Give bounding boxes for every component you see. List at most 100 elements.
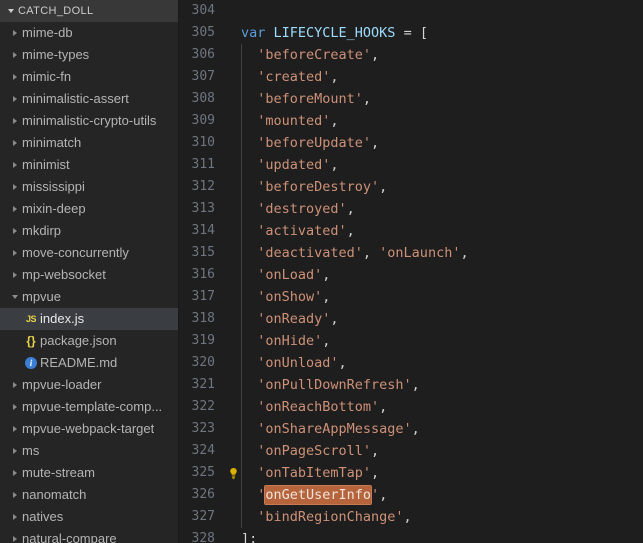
explorer-folder-title: CATCH_DOLL [18,5,93,17]
chevron-right-icon[interactable] [8,74,22,80]
code-line[interactable]: 315'deactivated', 'onLaunch', [179,242,643,264]
code-line[interactable]: 309'mounted', [179,110,643,132]
code-editor[interactable]: 304305var LIFECYCLE_HOOKS = [306'beforeC… [179,0,643,543]
tree-item-label: mississippi [22,176,85,198]
chevron-right-icon[interactable] [8,272,22,278]
code-line[interactable]: 316'onLoad', [179,264,643,286]
chevron-right-icon[interactable] [8,536,22,542]
code-token: , [371,465,379,481]
tree-folder-row[interactable]: nanomatch [0,484,178,506]
code-line[interactable]: 317'onShow', [179,286,643,308]
tree-folder-row[interactable]: natural-compare [0,528,178,543]
code-token: 'updated' [257,157,330,173]
line-number: 311 [179,154,225,176]
code-token: 'onUnload' [257,355,338,371]
chevron-right-icon[interactable] [8,184,22,190]
tree-folder-row[interactable]: mpvue [0,286,178,308]
code-line[interactable]: 307'created', [179,66,643,88]
tree-folder-row[interactable]: mississippi [0,176,178,198]
code-line[interactable]: 306'beforeCreate', [179,44,643,66]
tree-item-label: mpvue [22,286,61,308]
code-line[interactable]: 325'onTabItemTap', [179,462,643,484]
code-token: 'beforeCreate' [257,47,371,63]
code-line[interactable]: 313'destroyed', [179,198,643,220]
tree-folder-row[interactable]: minimalistic-assert [0,88,178,110]
code-line[interactable]: 318'onReady', [179,308,643,330]
tree-folder-row[interactable]: minimalistic-crypto-utils [0,110,178,132]
tree-folder-row[interactable]: mpvue-loader [0,374,178,396]
code-line[interactable]: 319'onHide', [179,330,643,352]
tree-folder-row[interactable]: mp-websocket [0,264,178,286]
code-line[interactable]: 308'beforeMount', [179,88,643,110]
tree-folder-row[interactable]: mime-types [0,44,178,66]
tree-folder-row[interactable]: mimic-fn [0,66,178,88]
chevron-right-icon[interactable] [8,250,22,256]
code-line[interactable]: 321'onPullDownRefresh', [179,374,643,396]
chevron-right-icon[interactable] [8,470,22,476]
code-line[interactable]: 305var LIFECYCLE_HOOKS = [ [179,22,643,44]
vscode-window: CATCH_DOLL mime-dbmime-typesmimic-fnmini… [0,0,643,543]
code-text: 'onUnload', [241,352,643,374]
chevron-down-icon[interactable] [8,295,22,299]
code-token: 'beforeUpdate' [257,135,371,151]
indent-guide [241,264,242,286]
chevron-right-icon[interactable] [8,30,22,36]
chevron-right-icon[interactable] [8,96,22,102]
chevron-right-icon[interactable] [8,206,22,212]
chevron-right-icon[interactable] [8,118,22,124]
code-line[interactable]: 312'beforeDestroy', [179,176,643,198]
code-tokens: 'bindRegionChange', [241,509,412,525]
code-line[interactable]: 327'bindRegionChange', [179,506,643,528]
code-line[interactable]: 304 [179,0,643,22]
chevron-right-icon[interactable] [8,52,22,58]
tree-folder-row[interactable]: mute-stream [0,462,178,484]
chevron-right-icon[interactable] [8,140,22,146]
tree-folder-row[interactable]: mkdirp [0,220,178,242]
tree-file-row[interactable]: {}package.json [0,330,178,352]
tree-folder-row[interactable]: minimatch [0,132,178,154]
code-text: 'activated', [241,220,643,242]
line-number: 319 [179,330,225,352]
code-tokens: 'beforeCreate', [241,47,379,63]
tree-folder-row[interactable]: mixin-deep [0,198,178,220]
line-number: 317 [179,286,225,308]
chevron-right-icon[interactable] [8,162,22,168]
code-token: 'beforeMount' [257,91,363,107]
tree-folder-row[interactable]: move-concurrently [0,242,178,264]
tree-item-label: mp-websocket [22,264,106,286]
tree-file-row[interactable]: iREADME.md [0,352,178,374]
tree-folder-row[interactable]: minimist [0,154,178,176]
indent-guide [241,132,242,154]
chevron-right-icon[interactable] [8,382,22,388]
code-line[interactable]: 326'onGetUserInfo', [179,484,643,506]
code-line[interactable]: 322'onReachBottom', [179,396,643,418]
tree-folder-row[interactable]: mpvue-webpack-target [0,418,178,440]
chevron-right-icon[interactable] [8,448,22,454]
code-line[interactable]: 328]; [179,528,643,543]
chevron-down-icon[interactable] [4,9,18,13]
chevron-right-icon[interactable] [8,514,22,520]
code-token: ' [371,487,379,503]
tree-folder-row[interactable]: natives [0,506,178,528]
tree-folder-row[interactable]: mime-db [0,22,178,44]
tree-file-row[interactable]: JSindex.js [0,308,178,330]
code-line[interactable]: 314'activated', [179,220,643,242]
chevron-right-icon[interactable] [8,426,22,432]
lightbulb-quickfix-icon[interactable] [225,467,241,480]
chevron-right-icon[interactable] [8,492,22,498]
code-line[interactable]: 311'updated', [179,154,643,176]
code-line[interactable]: 310'beforeUpdate', [179,132,643,154]
chevron-right-icon[interactable] [8,404,22,410]
code-token: LIFECYCLE_HOOKS [274,25,396,41]
tree-folder-row[interactable]: mpvue-template-comp... [0,396,178,418]
code-line[interactable]: 324'onPageScroll', [179,440,643,462]
explorer-folder-header[interactable]: CATCH_DOLL [0,0,178,22]
tree-item-label: minimatch [22,132,81,154]
chevron-right-icon[interactable] [8,228,22,234]
indent-guide [241,440,242,462]
code-line[interactable]: 320'onUnload', [179,352,643,374]
tree-folder-row[interactable]: ms [0,440,178,462]
code-text: 'bindRegionChange', [241,506,643,528]
code-line[interactable]: 323'onShareAppMessage', [179,418,643,440]
code-token: 'created' [257,69,330,85]
